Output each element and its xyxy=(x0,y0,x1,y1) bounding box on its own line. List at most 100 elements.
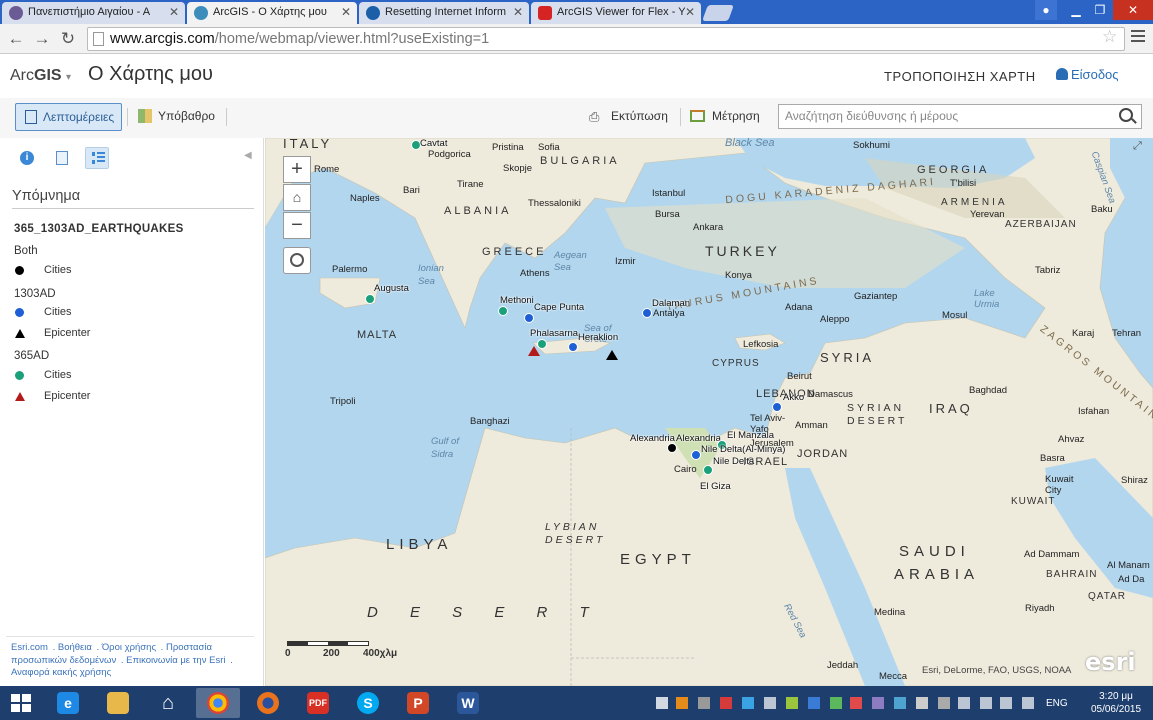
maximize-button[interactable]: ❐ xyxy=(1088,0,1112,20)
tray-app-icon[interactable] xyxy=(698,697,710,709)
back-arrow-icon[interactable]: ← xyxy=(5,28,27,50)
bluetooth-icon[interactable] xyxy=(808,697,820,709)
tab-legend[interactable] xyxy=(85,147,109,169)
tray-app-icon[interactable] xyxy=(916,697,928,709)
point-label: Augusta xyxy=(374,283,409,294)
reload-icon[interactable]: ↻ xyxy=(57,28,79,50)
bookmark-star-icon[interactable]: ☆ xyxy=(1102,27,1117,47)
place-label: Ad Dammam xyxy=(1024,549,1080,560)
hamburger-menu-icon[interactable] xyxy=(1131,30,1145,45)
basemap-button[interactable]: Υπόβαθρο xyxy=(138,109,215,123)
tray-app-icon[interactable] xyxy=(938,697,950,709)
tray-app-icon[interactable] xyxy=(742,697,754,709)
esri-logo[interactable]: esri xyxy=(1085,648,1136,676)
point-both-city[interactable] xyxy=(667,443,677,453)
point-365ad-city[interactable] xyxy=(703,465,713,475)
volume-icon[interactable] xyxy=(1000,697,1012,709)
sea-label: Ionian Sea xyxy=(418,263,444,287)
tab-arcgis-map[interactable]: ArcGIS - Ο Χάρτης μου ✕ xyxy=(187,2,357,24)
taskbar-file-explorer[interactable] xyxy=(96,688,140,718)
close-window-button[interactable]: ✕ xyxy=(1113,0,1153,20)
scale-label: 0 xyxy=(285,648,291,659)
point-365ad-city[interactable] xyxy=(498,306,508,316)
word-icon: W xyxy=(457,692,479,714)
country-label: GEORGIA xyxy=(917,164,990,176)
taskbar-internet-explorer[interactable]: e xyxy=(46,688,90,718)
point-1303ad-city[interactable] xyxy=(691,450,701,460)
tab-arcgis-viewer-flex[interactable]: ArcGIS Viewer for Flex - Yo ✕ xyxy=(531,2,701,24)
footer-link-report-abuse[interactable]: Αναφορά κακής χρήσης xyxy=(11,667,111,678)
legend-item-label: Cities xyxy=(44,369,72,381)
network-icon[interactable] xyxy=(1022,697,1034,709)
taskbar-firefox[interactable] xyxy=(246,688,290,718)
tab-content[interactable] xyxy=(50,147,74,169)
battery-icon[interactable] xyxy=(980,697,992,709)
taskbar-word[interactable]: W xyxy=(446,688,490,718)
close-icon[interactable]: ✕ xyxy=(169,5,179,19)
print-button[interactable]: ⎙ Εκτύπωση xyxy=(589,109,668,124)
point-1303ad-city[interactable] xyxy=(524,313,534,323)
tray-app-icon[interactable] xyxy=(872,697,884,709)
footer-link-terms[interactable]: Όροι χρήσης xyxy=(102,642,156,653)
close-icon[interactable]: ✕ xyxy=(685,5,695,19)
tray-app-icon[interactable] xyxy=(676,697,688,709)
forward-arrow-icon[interactable]: → xyxy=(31,28,53,50)
search-input[interactable]: Αναζήτηση διεύθυνσης ή μέρους xyxy=(778,104,1142,129)
point-1303ad-city[interactable] xyxy=(568,342,578,352)
point-365ad-city[interactable] xyxy=(365,294,375,304)
tray-windows-icon[interactable] xyxy=(656,697,668,709)
taskbar-skype[interactable]: S xyxy=(346,688,390,718)
taskbar-chrome[interactable] xyxy=(196,688,240,718)
tray-app-icon[interactable] xyxy=(720,697,732,709)
legend-heading: Υπόμνημα xyxy=(12,188,81,204)
language-indicator[interactable]: ENG xyxy=(1046,698,1068,709)
map-canvas[interactable]: ITALY BULGARIA GEORGIA ARMENIA AZERBAIJA… xyxy=(265,138,1153,686)
close-icon[interactable]: ✕ xyxy=(513,5,523,19)
taskbar-powerpoint[interactable]: P xyxy=(396,688,440,718)
flag-icon[interactable] xyxy=(958,697,970,709)
details-button[interactable]: Λεπτομέρειες xyxy=(15,103,122,131)
clock[interactable]: 3:20 μμ 05/06/2015 xyxy=(1086,690,1146,716)
tray-app-icon[interactable] xyxy=(894,697,906,709)
measure-button[interactable]: Μέτρηση xyxy=(690,109,760,123)
close-icon[interactable]: ✕ xyxy=(341,5,351,19)
expand-icon[interactable]: ⤢ xyxy=(1133,140,1142,153)
locate-button[interactable] xyxy=(283,247,311,274)
place-label: Aleppo xyxy=(820,314,850,325)
footer-link-esri[interactable]: Esri.com xyxy=(11,642,48,653)
place-label: Pristina xyxy=(492,142,524,153)
tray-app-icon[interactable] xyxy=(764,697,776,709)
point-365ad-epicenter[interactable] xyxy=(528,346,540,356)
minimize-button[interactable]: ▁ xyxy=(1064,0,1088,20)
collapse-panel-icon[interactable]: ◀ xyxy=(244,150,252,161)
firefox-icon xyxy=(257,692,279,714)
point-1303ad-epicenter[interactable] xyxy=(606,350,618,360)
new-tab-button[interactable] xyxy=(702,5,734,21)
legend-group-title: 1303AD xyxy=(14,288,56,300)
profile-icon[interactable]: ● xyxy=(1035,0,1057,20)
taskbar-acrobat[interactable]: PDF xyxy=(296,688,340,718)
tray-app-icon[interactable] xyxy=(830,697,842,709)
footer-link-contact[interactable]: Επικοινωνία με την Esri xyxy=(126,655,225,666)
tab-resetting-internet[interactable]: Resetting Internet Inform ✕ xyxy=(359,2,529,24)
footer-link-help[interactable]: Βοήθεια xyxy=(58,642,92,653)
home-extent-button[interactable]: ⌂ xyxy=(283,184,311,211)
start-button[interactable] xyxy=(0,688,44,718)
tray-app-icon[interactable] xyxy=(850,697,862,709)
point-1303ad-city[interactable] xyxy=(642,308,652,318)
zoom-in-button[interactable]: + xyxy=(283,156,311,183)
tray-app-icon[interactable] xyxy=(786,697,798,709)
taskbar-home[interactable]: ⌂ xyxy=(146,688,190,718)
region-label: SYRIAN DESERT xyxy=(847,402,908,427)
zoom-out-button[interactable]: − xyxy=(283,212,311,239)
tab-about[interactable]: i xyxy=(15,147,39,169)
modify-map-link[interactable]: ΤΡΟΠΟΠΟΙΗΣΗ ΧΑΡΤΗ xyxy=(884,69,1036,84)
arcgis-logo[interactable]: ArcGIS ▾ xyxy=(10,67,71,85)
search-icon[interactable] xyxy=(1119,108,1133,122)
place-label: Yerevan xyxy=(970,209,1005,220)
tab-aegean-university[interactable]: Πανεπιστήμιο Αιγαίου - Α ✕ xyxy=(2,2,185,24)
sign-in-link[interactable]: Είσοδος xyxy=(1056,67,1119,82)
address-bar[interactable]: www.arcgis.com/home/webmap/viewer.html?u… xyxy=(87,27,1125,51)
clock-date: 05/06/2015 xyxy=(1090,704,1142,715)
point-1303ad-city[interactable] xyxy=(772,402,782,412)
